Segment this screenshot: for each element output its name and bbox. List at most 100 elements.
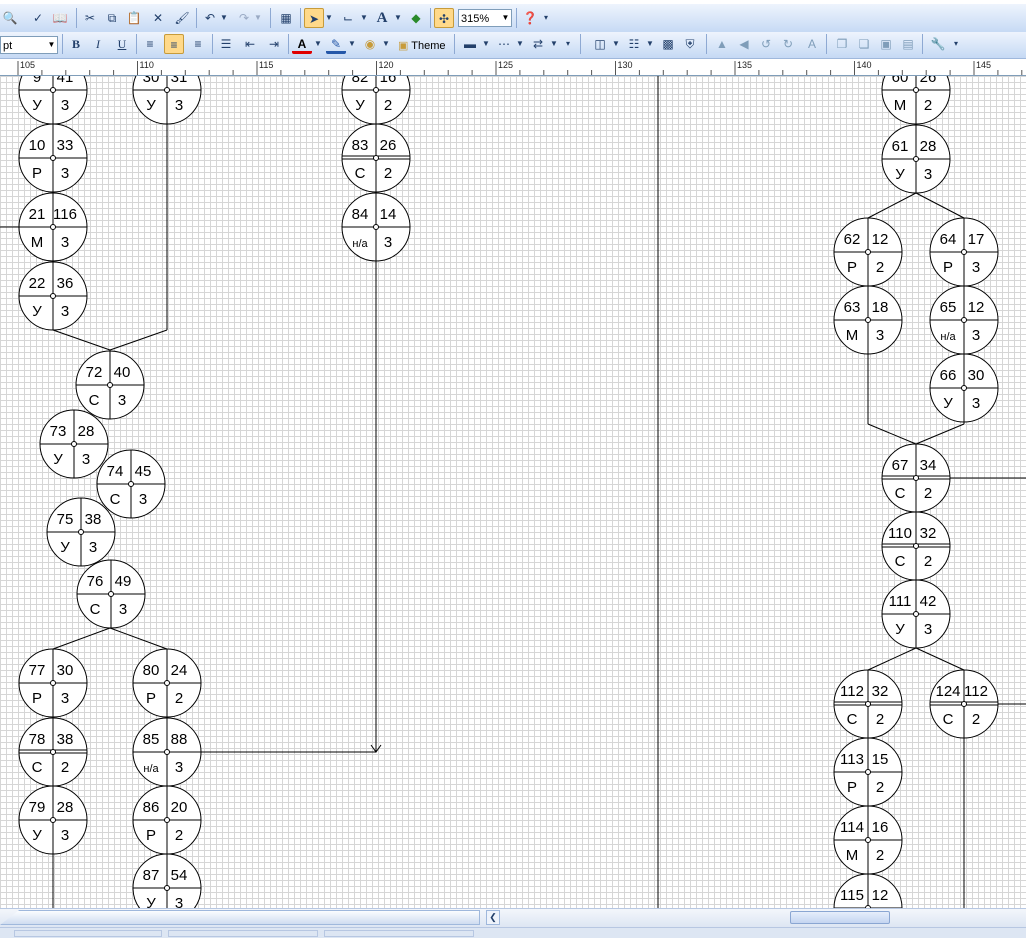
- network-node[interactable]: 72 40 С 3: [75, 350, 145, 420]
- bold-icon[interactable]: B: [66, 34, 86, 54]
- rotate-right-icon[interactable]: ↻: [778, 34, 798, 54]
- connector-line[interactable]: [52, 329, 111, 351]
- network-node[interactable]: 9 41 У 3: [18, 76, 88, 125]
- line-pattern-dropdown-icon[interactable]: ▼: [514, 34, 526, 54]
- theme-button[interactable]: ▣ Theme: [398, 38, 446, 54]
- connector-line[interactable]: [52, 627, 111, 650]
- connector-line[interactable]: [867, 423, 917, 445]
- network-node[interactable]: 75 38 У 3: [46, 497, 116, 567]
- network-node[interactable]: 61 28 У 3: [881, 124, 951, 194]
- decrease-indent-icon[interactable]: ⇤: [240, 34, 260, 54]
- network-node[interactable]: 62 12 Р 2: [833, 217, 903, 287]
- research-icon[interactable]: 📖: [50, 8, 70, 28]
- line-ends-dropdown-icon[interactable]: ▼: [548, 34, 560, 54]
- network-node[interactable]: 74 45 С 3: [96, 449, 166, 519]
- network-node[interactable]: 60 26 М 2: [881, 76, 951, 125]
- align-center-icon[interactable]: ≡: [164, 34, 184, 54]
- fill-color-icon[interactable]: ◉: [360, 34, 380, 54]
- text-tool-icon[interactable]: A: [372, 8, 392, 28]
- network-node[interactable]: 124 112 С 2: [929, 669, 999, 739]
- copy-icon[interactable]: ⧉: [102, 8, 122, 28]
- network-node[interactable]: 64 17 Р 3: [929, 217, 999, 287]
- rotate-left-icon[interactable]: ↺: [756, 34, 776, 54]
- toolbar-options-icon[interactable]: ▾: [950, 34, 962, 54]
- toolbar-options-icon[interactable]: ▾: [540, 8, 552, 28]
- network-node[interactable]: 115 12: [833, 873, 903, 908]
- bullets-icon[interactable]: ☰: [216, 34, 236, 54]
- connector-line[interactable]: [867, 647, 917, 671]
- network-node[interactable]: 114 16 М 2: [833, 805, 903, 875]
- flow-diagram[interactable]: 9 41У 3 30 31У 3 82 16У 2 60 26М 2 10 33Р 3 83 26С 2 61 28У…: [0, 76, 1026, 908]
- connector-line[interactable]: [867, 192, 917, 219]
- line-weight-icon[interactable]: ▬: [460, 34, 480, 54]
- redo-dropdown-icon[interactable]: ▼: [252, 8, 264, 28]
- redo-icon[interactable]: ↷: [234, 8, 254, 28]
- send-backward-icon[interactable]: ❏: [854, 34, 874, 54]
- increase-indent-icon[interactable]: ⇥: [264, 34, 284, 54]
- align-shapes-icon[interactable]: ◫: [590, 34, 610, 54]
- connector-line[interactable]: [109, 329, 168, 351]
- rotate-text-icon[interactable]: A: [802, 34, 822, 54]
- network-node[interactable]: 73 28 У 3: [39, 409, 109, 479]
- undo-icon[interactable]: ↶: [200, 8, 220, 28]
- shape-properties-icon[interactable]: 🔧: [928, 34, 948, 54]
- connector-tool-icon[interactable]: ⌙: [338, 8, 358, 28]
- font-size-select[interactable]: pt ▼: [0, 36, 58, 54]
- line-pattern-icon[interactable]: ⋯: [494, 34, 514, 54]
- network-node[interactable]: 83 26 С 2: [341, 123, 411, 193]
- underline-icon[interactable]: U: [112, 34, 132, 54]
- line-weight-dropdown-icon[interactable]: ▼: [480, 34, 492, 54]
- network-node[interactable]: 76 49 С 3: [76, 559, 146, 629]
- flip-horizontal-icon[interactable]: ▲: [712, 34, 732, 54]
- network-node[interactable]: 63 18 М 3: [833, 285, 903, 355]
- format-painter-icon[interactable]: 🖌: [172, 8, 192, 28]
- network-node[interactable]: 82 16 У 2: [341, 76, 411, 125]
- fill-shape-icon[interactable]: ◆: [406, 8, 426, 28]
- page-tab[interactable]: [0, 910, 480, 925]
- network-node[interactable]: 78 38 С 2: [18, 717, 88, 787]
- network-node[interactable]: 21 116 М 3: [18, 192, 88, 262]
- scroll-thumb[interactable]: [790, 911, 890, 924]
- network-node[interactable]: 112 32 С 2: [833, 669, 903, 739]
- distribute-shapes-icon[interactable]: ☷: [624, 34, 644, 54]
- network-node[interactable]: 111 42 У 3: [881, 579, 951, 649]
- shapes-icon[interactable]: ▦: [276, 8, 296, 28]
- font-color-dropdown-icon[interactable]: ▼: [312, 34, 324, 54]
- print-preview-icon[interactable]: 🔍: [0, 8, 20, 28]
- horizontal-scrollbar[interactable]: ❮: [0, 908, 1026, 927]
- toolbar-options-icon[interactable]: ▾: [562, 34, 574, 54]
- network-node[interactable]: 30 31 У 3: [132, 76, 202, 125]
- align-left-icon[interactable]: ≡: [140, 34, 160, 54]
- text-dropdown-icon[interactable]: ▼: [392, 8, 404, 28]
- flip-vertical-icon[interactable]: ◀: [734, 34, 754, 54]
- network-node[interactable]: 86 20 Р 2: [132, 785, 202, 855]
- network-node[interactable]: 87 54 У 3: [132, 853, 202, 908]
- fill-color-dropdown-icon[interactable]: ▼: [380, 34, 392, 54]
- connector-line[interactable]: [915, 647, 965, 671]
- pan-zoom-icon[interactable]: ✣: [434, 8, 454, 28]
- network-node[interactable]: 80 24 Р 2: [132, 648, 202, 718]
- help-icon[interactable]: ❓: [520, 8, 540, 28]
- network-node[interactable]: 77 30 Р 3: [18, 648, 88, 718]
- network-node[interactable]: 113 15 Р 2: [833, 737, 903, 807]
- cut-icon[interactable]: ✂: [80, 8, 100, 28]
- network-node[interactable]: 65 12 н/а 3: [929, 285, 999, 355]
- line-ends-icon[interactable]: ⇄: [528, 34, 548, 54]
- network-node[interactable]: 22 36 У 3: [18, 261, 88, 331]
- undo-dropdown-icon[interactable]: ▼: [218, 8, 230, 28]
- align-shapes-dropdown-icon[interactable]: ▼: [610, 34, 622, 54]
- distribute-dropdown-icon[interactable]: ▼: [644, 34, 656, 54]
- network-node[interactable]: 79 28 У 3: [18, 785, 88, 855]
- network-node[interactable]: 67 34 С 2: [881, 443, 951, 513]
- paste-icon[interactable]: 📋: [124, 8, 144, 28]
- line-color-dropdown-icon[interactable]: ▼: [346, 34, 358, 54]
- network-node[interactable]: 84 14 н/а 3: [341, 192, 411, 262]
- ungroup-icon[interactable]: ▤: [898, 34, 918, 54]
- drawing-canvas[interactable]: 9 41 У 3 30 31 У 3 82 16 У 2 60 26 М 2 10 33 Р 3 83 26 С 2 61 28 У…: [0, 76, 1026, 908]
- font-color-icon[interactable]: A: [292, 34, 312, 54]
- bring-forward-icon[interactable]: ❐: [832, 34, 852, 54]
- network-node[interactable]: 10 33 Р 3: [18, 123, 88, 193]
- connector-line[interactable]: [915, 192, 965, 219]
- scroll-left-icon[interactable]: ❮: [486, 910, 500, 925]
- layout-icon[interactable]: ▩: [658, 34, 678, 54]
